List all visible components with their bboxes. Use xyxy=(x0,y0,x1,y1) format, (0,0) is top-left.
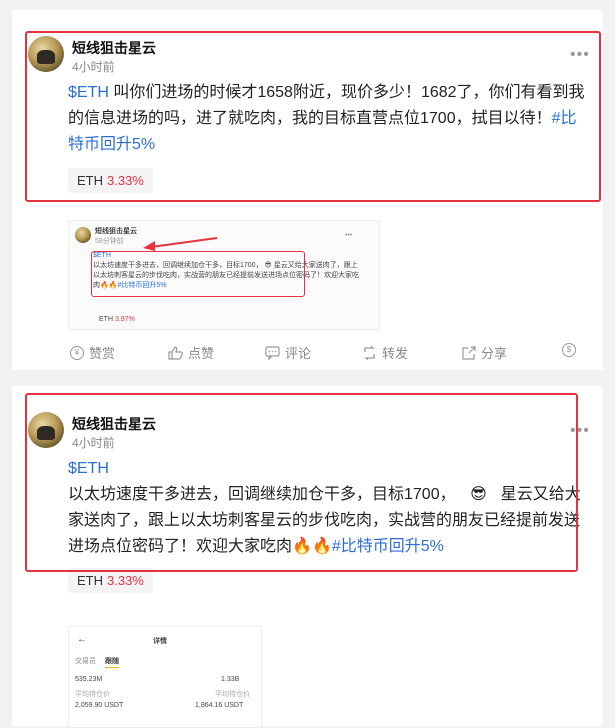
thumb-highlight-box xyxy=(91,251,305,297)
comment-label: 评论 xyxy=(285,346,312,361)
comment-icon xyxy=(265,345,280,360)
share-icon xyxy=(462,345,476,360)
thumb-coin: ETH 3.97% xyxy=(99,315,135,325)
post-image[interactable]: 短线狙击星云 58分钟前 ••• $ETH 以太坊速度干多进去，回调继续加仓干多… xyxy=(68,220,380,330)
highlight-box-2 xyxy=(25,393,578,572)
share-button[interactable]: 分享 xyxy=(461,343,507,362)
post-image[interactable]: ← 详情 交易员 跟随 535.23M 1.33B 平均持仓价 平均持仓价 2,… xyxy=(68,626,262,728)
shot-price-2: 1,864.16 USDT xyxy=(195,702,244,709)
shot-tab-trader: 交易员 xyxy=(75,658,96,665)
reward-label: 赞赏 xyxy=(89,346,116,361)
thumb-username: 短线狙击星云 xyxy=(95,228,137,235)
thumb-time: 58分钟前 xyxy=(95,238,124,245)
thumb-coin-symbol: ETH xyxy=(99,316,113,323)
arrow-annotation xyxy=(143,237,218,251)
coin-change: 3.33% xyxy=(107,573,144,588)
reward-button[interactable]: ¥ 赞赏 xyxy=(70,343,115,362)
shot-value-1: 535.23M xyxy=(75,676,103,683)
comment-button[interactable]: 评论 xyxy=(265,343,311,362)
shot-price-1: 2,059.90 USDT xyxy=(75,702,124,709)
coin-symbol: ETH xyxy=(77,573,103,588)
tip-button[interactable]: $ xyxy=(562,343,576,357)
shot-title: 详情 xyxy=(153,638,167,645)
shot-label-1: 平均持仓价 xyxy=(75,691,110,698)
thumbs-up-icon xyxy=(168,345,183,360)
dollar-icon: $ xyxy=(562,343,576,357)
avatar xyxy=(75,227,91,243)
share-label: 分享 xyxy=(481,346,508,361)
like-label: 点赞 xyxy=(188,346,215,361)
repost-icon xyxy=(364,345,375,360)
thumb-more: ••• xyxy=(345,232,353,239)
highlight-box-1 xyxy=(25,31,601,202)
shot-value-2: 1.33B xyxy=(221,676,240,683)
repost-label: 转发 xyxy=(382,346,409,361)
reward-icon: ¥ xyxy=(70,345,84,360)
thumb-coin-change: 3.97% xyxy=(114,316,135,323)
shot-tab-follow: 跟随 xyxy=(105,657,119,668)
shot-label-2: 平均持仓价 xyxy=(215,691,250,698)
like-button[interactable]: 点赞 xyxy=(168,343,214,362)
repost-button[interactable]: 转发 xyxy=(362,343,408,362)
back-icon: ← xyxy=(77,634,87,645)
